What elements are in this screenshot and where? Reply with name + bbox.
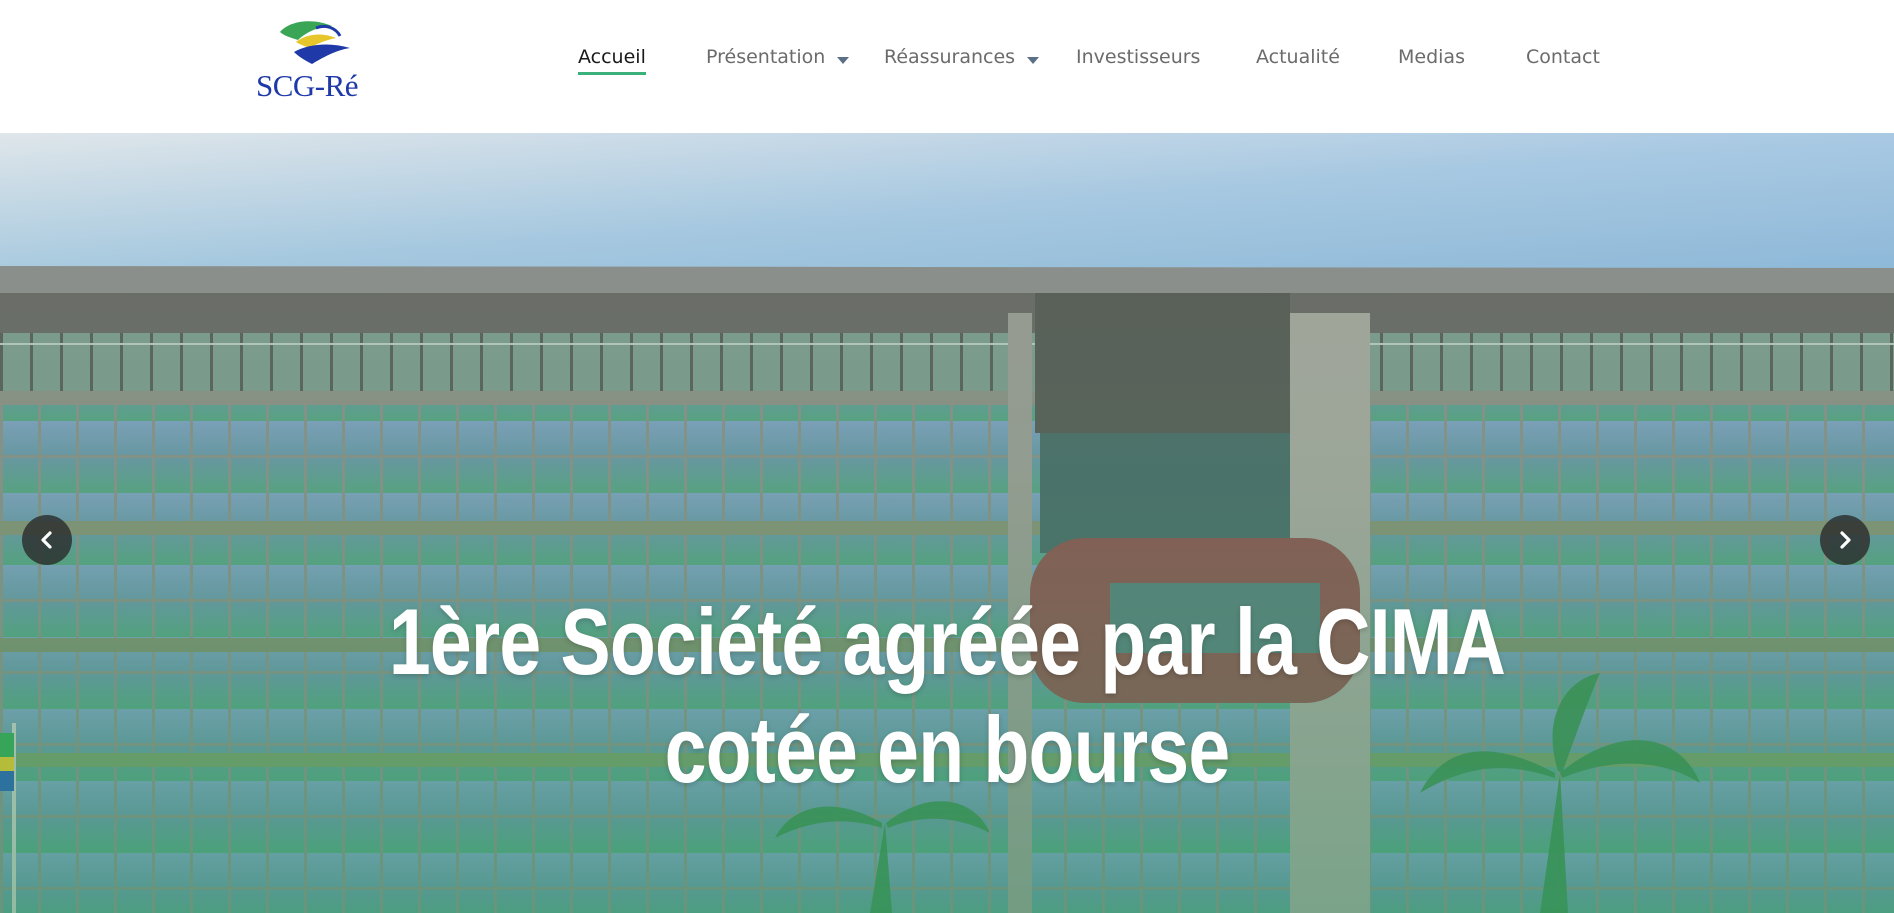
logo-wordmark: SCG-Ré	[256, 68, 359, 103]
nav-label: Investisseurs	[1076, 46, 1201, 68]
hero-title-line-1: 1ère Société agréée par la CIMA	[388, 589, 1506, 694]
nav-label: Accueil	[578, 46, 646, 75]
nav-item-medias[interactable]: Medias	[1398, 46, 1465, 82]
nav-label: Présentation	[706, 46, 826, 68]
hero-slider: 1ère Société agréée par la CIMA cotée en…	[0, 133, 1894, 913]
logo-link[interactable]: SCG-Ré	[256, 18, 376, 104]
logo-icon	[280, 21, 350, 64]
nav-label: Medias	[1398, 46, 1465, 68]
hero-title-line-2: cotée en bourse	[664, 697, 1231, 802]
nav-label: Contact	[1526, 46, 1600, 68]
slider-next-button[interactable]	[1820, 515, 1870, 565]
nav-item-contact[interactable]: Contact	[1526, 46, 1600, 82]
nav-item-presentation[interactable]: Présentation	[706, 46, 850, 82]
nav-label: Actualité	[1256, 46, 1340, 68]
hero-title: 1ère Société agréée par la CIMA cotée en…	[387, 588, 1507, 804]
chevron-left-icon	[41, 531, 52, 549]
nav-item-investisseurs[interactable]: Investisseurs	[1076, 46, 1200, 82]
nav-item-actualite[interactable]: Actualité	[1256, 46, 1340, 82]
site-header: SCG-Ré Accueil Présentation Réassurances…	[0, 0, 1894, 133]
caret-down-icon	[837, 57, 850, 64]
nav-label: Réassurances	[884, 46, 1016, 68]
slider-prev-button[interactable]	[22, 515, 72, 565]
nav-item-accueil[interactable]: Accueil	[578, 46, 646, 82]
nav-item-reassurances[interactable]: Réassurances	[884, 46, 1040, 82]
chevron-right-icon	[1840, 531, 1851, 549]
caret-down-icon	[1027, 57, 1040, 64]
